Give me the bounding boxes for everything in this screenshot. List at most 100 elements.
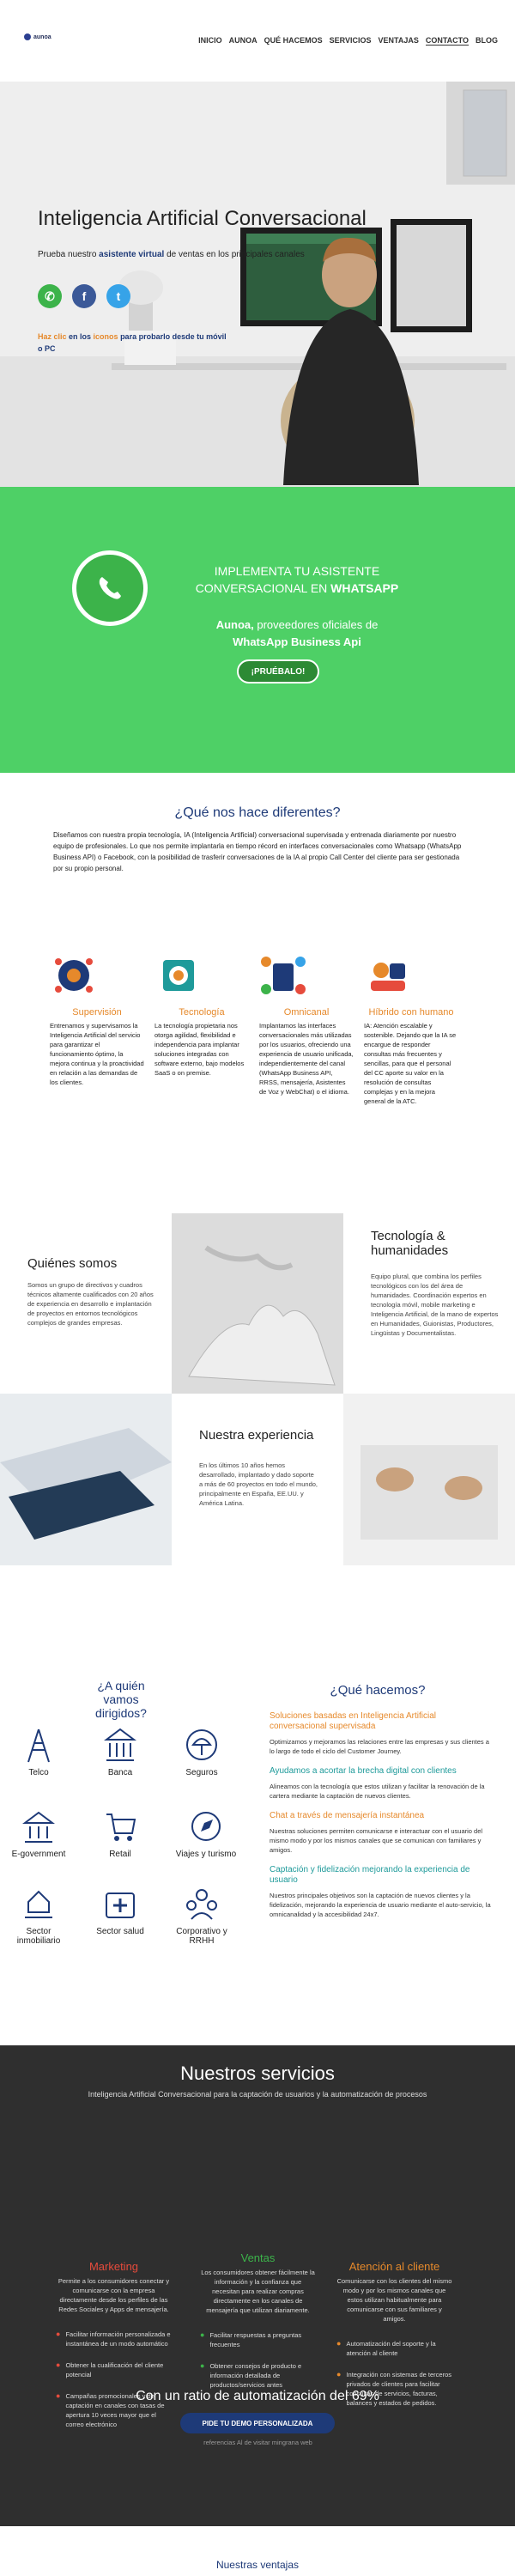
- what-list: Soluciones basadas en Inteligencia Artif…: [270, 1711, 494, 1919]
- what-block-title: Captación y fidelización mejorando la ex…: [270, 1865, 470, 1885]
- sectors-title: ¿A quién vamos dirigidos?: [95, 1679, 147, 1720]
- hero-click-hint: Haz clic en los iconos para probarlo des…: [38, 331, 227, 355]
- hero-title: Inteligencia Artificial Conversacional: [38, 207, 367, 230]
- card-text: IA: Atención escalable y sostenible. Dej…: [364, 1022, 457, 1105]
- sector-egovernment: E-government: [4, 1807, 73, 1859]
- whatsapp-banner-title: IMPLEMENTA TU ASISTENTE CONVERSACIONAL E…: [168, 562, 426, 597]
- menu-item-contacto[interactable]: CONTACTO: [425, 36, 469, 46]
- ventajas-title: Nuestras ventajas: [215, 2559, 300, 2571]
- sector-label: Seguros: [185, 1768, 218, 1777]
- logo-mark-icon: [24, 33, 31, 40]
- hint-icons: iconos: [93, 332, 118, 341]
- try-it-button[interactable]: ¡PRUÉBALO!: [237, 659, 319, 683]
- service-desc: Permite a los consumidores conectar y co…: [58, 2277, 170, 2313]
- tech-block: Tecnología & humanidades Equipo plural, …: [343, 1213, 515, 1394]
- what-block-title: Chat a través de mensajería instantánea: [270, 1811, 425, 1820]
- what-block-title: Ayudamos a acortar la brecha digital con…: [270, 1766, 457, 1776]
- what-block-text: Optimizamos y mejoramos las relaciones e…: [270, 1738, 489, 1755]
- menu-item-que-hacemos[interactable]: QUÉ HACEMOS: [264, 36, 323, 46]
- sectors-grid: Telco Banca Seguros E-government Retail …: [0, 1726, 240, 1984]
- experience-text: En los últimos 10 años hemos desarrollad…: [199, 1461, 318, 1507]
- team-meeting-photo: [343, 1394, 515, 1565]
- service-title: Marketing: [88, 2260, 139, 2273]
- medical-kit-icon: [106, 1893, 135, 1918]
- bullet-icon: ●: [56, 2330, 61, 2338]
- logo[interactable]: aunoa: [24, 33, 52, 40]
- services-subtitle: Inteligencia Artificial Conversacional p…: [88, 2090, 427, 2099]
- tech-text: Equipo plural, que combina los perfiles …: [371, 1273, 499, 1337]
- service-title: Atención al cliente: [348, 2260, 440, 2273]
- menu-item-aunoa[interactable]: AUNOA: [229, 36, 258, 46]
- sector-label: Telco: [28, 1768, 49, 1777]
- service-item-text: Obtener consejos de producto e informaci…: [209, 2362, 302, 2389]
- service-col-ventas: Ventas Los consumidores obtener fácilmen…: [200, 2251, 316, 2390]
- hint-click: Haz clic: [38, 332, 70, 341]
- bank-icon: [104, 1728, 136, 1761]
- hero-subtitle-bold: asistente virtual: [99, 250, 165, 259]
- whatsapp-banner-subtitle: Aunoa, proveedores oficiales de WhatsApp…: [168, 617, 426, 651]
- banner-sub-aunoa: Aunoa,: [215, 618, 254, 631]
- banner-title-line2b: WHATSAPP: [330, 581, 399, 595]
- card-title: Híbrido con humano: [368, 1007, 454, 1018]
- hint-mid: en los: [69, 332, 94, 341]
- what-block-text: Alineamos con la tecnología que estos ut…: [270, 1783, 485, 1800]
- brain-chip-icon: [163, 960, 194, 991]
- hero-subtitle-post: de ventas en los principales canales: [164, 250, 305, 259]
- card-text: Entrenamos y supervisamos la Inteligenci…: [50, 1022, 144, 1086]
- what-block-text: Nuestros principales objetivos son la ca…: [270, 1892, 491, 1918]
- service-item-text: Facilitar información personalizada e in…: [65, 2330, 171, 2348]
- sector-inmobiliario: Sector inmobiliario: [9, 1885, 69, 1946]
- whatsapp-logo-icon: [72, 550, 148, 626]
- sector-banca: Banca: [99, 1726, 142, 1777]
- sector-label: Corporativo y RRHH: [176, 1927, 227, 1946]
- whatsapp-icon[interactable]: ✆: [38, 284, 62, 308]
- banner-title-line2a: CONVERSACIONAL EN: [195, 581, 331, 595]
- sector-label: Banca: [107, 1768, 133, 1777]
- what-title: ¿Qué hacemos?: [330, 1683, 426, 1698]
- automation-ratio-text: Con un ratio de automatización del 69%: [136, 2389, 379, 2403]
- laptop-photo: [0, 1394, 172, 1565]
- banner-sub-line2: WhatsApp Business Api: [233, 635, 361, 648]
- what-block-text: Nuestras soluciones permiten comunicarse…: [270, 1827, 483, 1854]
- hybrid-human-icon: [371, 963, 405, 991]
- tech-title: Tecnología & humanidades: [371, 1229, 449, 1258]
- robot-hands-photo: [172, 1213, 343, 1394]
- sector-seguros: Seguros: [176, 1726, 227, 1777]
- service-item: ● Automatización del soporte y la atenció…: [336, 2339, 452, 2358]
- house-hand-icon: [25, 1890, 52, 1918]
- sector-telco: Telco: [17, 1726, 60, 1777]
- menu-item-blog[interactable]: BLOG: [476, 36, 498, 46]
- diff-title: ¿Qué nos hace diferentes?: [174, 805, 341, 820]
- service-item: ● Facilitar información personalizada e i…: [56, 2330, 172, 2348]
- sector-label: Sector salud: [96, 1927, 144, 1936]
- service-item-text: Facilitar respuestas a preguntas frecuen…: [209, 2331, 302, 2348]
- supervision-icon: [55, 958, 93, 993]
- sector-label: Retail: [109, 1850, 131, 1859]
- who-block: Quiénes somos Somos un grupo de directiv…: [0, 1213, 172, 1394]
- who-text: Somos un grupo de directivos y cuadros t…: [27, 1281, 154, 1327]
- service-item: ● Obtener consejos de producto e informac…: [200, 2361, 316, 2390]
- diff-intro: Diseñamos con nuestra propia tecnología,…: [53, 831, 462, 872]
- about-section: Quiénes somos Somos un grupo de directiv…: [0, 1213, 515, 1565]
- request-demo-button[interactable]: PIDE TU DEMO PERSONALIZADA: [180, 2413, 335, 2433]
- menu-item-ventajas[interactable]: VENTAJAS: [378, 36, 418, 46]
- antenna-icon: [27, 1728, 50, 1763]
- facebook-icon[interactable]: f: [72, 284, 96, 308]
- menu-item-servicios[interactable]: SERVICIOS: [330, 36, 372, 46]
- card-title: Tecnología: [179, 1007, 225, 1018]
- feature-card-tecnologia: Tecnología La tecnología propietaria nos…: [154, 951, 249, 1078]
- menu-item-inicio[interactable]: INICIO: [198, 36, 222, 46]
- hero-section: Inteligencia Artificial Conversacional P…: [0, 82, 515, 487]
- sector-retail: Retail: [99, 1807, 142, 1859]
- hero-subtitle-pre: Prueba nuestro: [38, 250, 100, 259]
- shopping-cart-icon: [106, 1814, 136, 1841]
- service-item: ● Obtener la cualificación del cliente po…: [56, 2360, 172, 2379]
- hero-photo-office: [0, 82, 515, 487]
- top-navigation: aunoa INICIO AUNOA QUÉ HACEMOS SERVICIOS…: [0, 0, 515, 82]
- experience-title: Nuestra experiencia: [199, 1428, 314, 1443]
- banner-sub-line1: proveedores oficiales de: [253, 618, 379, 631]
- bullet-icon: ●: [56, 2360, 61, 2369]
- sector-corporativo: Corporativo y RRHH: [176, 1885, 227, 1946]
- sector-salud: Sector salud: [90, 1885, 150, 1936]
- twitter-icon[interactable]: t: [106, 284, 130, 308]
